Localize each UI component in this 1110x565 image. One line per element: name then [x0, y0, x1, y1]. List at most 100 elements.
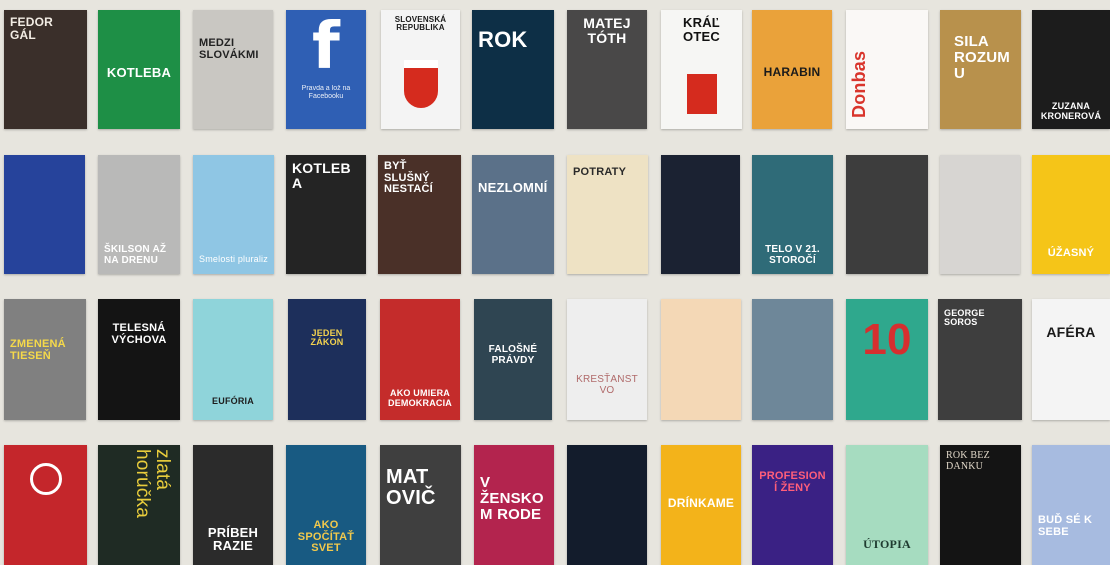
- book-cover-fedor-gal[interactable]: FEDOR GÁL: [4, 10, 87, 129]
- book-cover-kral-otec[interactable]: KRÁĽ OTEC: [661, 10, 742, 129]
- book-cover-blue-plain[interactable]: [4, 155, 85, 274]
- book-title: [661, 299, 741, 305]
- book-title: ÚTOPIA: [863, 537, 911, 552]
- book-title: MEDZI SLOVÁKMI: [199, 37, 259, 61]
- book-cover-smelosti[interactable]: Smelosti pluraliz: [193, 155, 274, 274]
- book-title: GEORGE SOROS: [944, 308, 985, 328]
- book-cover-red-cross[interactable]: [4, 445, 87, 565]
- book-title: ÚŽASNÝ: [1047, 247, 1095, 260]
- book-title: TELO V 21. STOROČÍ: [765, 244, 820, 266]
- book-cover-grey-red[interactable]: [940, 155, 1020, 274]
- book-cover-man-censored[interactable]: [752, 299, 833, 420]
- book-cover-afera[interactable]: AFÉRA: [1032, 299, 1110, 420]
- book-title: KRESŤANSTVO: [576, 374, 638, 396]
- book-title: zlatá horúčka: [132, 449, 173, 518]
- book-title: NEZLOMNÍ: [478, 180, 548, 195]
- book-cover-ako-umiera-demokracia[interactable]: AKO UMIERA DEMOKRACIA: [380, 299, 460, 420]
- book-cover-illustrated[interactable]: [661, 299, 741, 420]
- facebook-f-icon: f: [311, 10, 341, 84]
- book-title: Smelosti pluraliz: [199, 253, 268, 264]
- book-title: ŠKILSON AŽ NA DRENU: [104, 244, 167, 266]
- coat-of-arms-icon: [686, 74, 717, 114]
- book-title: MATOVIČ: [386, 466, 436, 509]
- book-title: ROK BEZ DANKU: [946, 450, 990, 472]
- book-cover-bud-se-k-sebe[interactable]: BUĎ SÉ K SEBE: [1032, 445, 1110, 565]
- book-cover-skilson[interactable]: ŠKILSON AŽ NA DRENU: [98, 155, 180, 274]
- book-cover-matovic[interactable]: MATOVIČ: [380, 445, 461, 565]
- book-title: ZMENENÁ TIESEŇ: [10, 338, 66, 362]
- book-cover-facebook[interactable]: f Pravda a lož na Facebooku: [286, 10, 366, 129]
- book-title: BYŤ SLUŠNÝ NESTAČÍ: [384, 160, 433, 196]
- book-cover-rok[interactable]: ROK: [472, 10, 554, 129]
- book-cover-zuzana-kronerova[interactable]: ZUZANA KRONEROVÁ: [1032, 10, 1110, 129]
- book-cover-medzi-slovakmi[interactable]: MEDZI SLOVÁKMI: [193, 10, 273, 129]
- book-cover-george-soros[interactable]: GEORGE SOROS: [938, 299, 1022, 420]
- book-title: ZUZANA KRONEROVÁ: [1040, 101, 1102, 121]
- book-title: SLOVENSKÁ REPUBLIKA: [394, 15, 447, 33]
- book-title: AKO UMIERA DEMOKRACIA: [388, 388, 452, 408]
- book-cover-matej-toth[interactable]: MATEJ TÓTH: [567, 10, 647, 129]
- book-title: POTRATY: [573, 166, 627, 178]
- book-cover-kotleba-dark[interactable]: KOTLEBA: [286, 155, 366, 274]
- book-title: HARABIN: [763, 65, 821, 79]
- book-title: FEDOR GÁL: [10, 15, 53, 42]
- book-cover-v-zenskom-rode[interactable]: V ŽENSKOM RODE: [474, 445, 554, 565]
- book-title: FALOŠNÉ PRÁVDY: [488, 344, 538, 366]
- book-title: MATEJ TÓTH: [583, 15, 631, 46]
- book-cover-ten[interactable]: 10: [846, 299, 928, 420]
- book-cover-portrait[interactable]: [846, 155, 928, 274]
- book-title: KOTLEBA: [292, 160, 351, 191]
- book-cover-dark-portrait[interactable]: [567, 445, 647, 565]
- book-title: [4, 445, 87, 451]
- book-title: PROFESIONÍ ŽENY: [759, 470, 826, 494]
- book-title: TELESNÁ VÝCHOVA: [111, 322, 167, 346]
- book-title: [846, 155, 928, 161]
- book-cover-potraty[interactable]: POTRATY: [567, 155, 648, 274]
- book-cover-kotleba[interactable]: KOTLEBA: [98, 10, 180, 129]
- book-title: AFÉRA: [1046, 324, 1096, 340]
- book-cover-profesionalne-zeny[interactable]: PROFESIONÍ ŽENY: [752, 445, 833, 565]
- book-title: [4, 155, 85, 161]
- book-title: KOTLEBA: [106, 64, 172, 80]
- book-title: ROK: [478, 27, 528, 52]
- book-cover-donbas[interactable]: Donbas: [846, 10, 928, 129]
- book-cover-telo[interactable]: TELO V 21. STOROČÍ: [752, 155, 833, 274]
- book-cover-jeden-zakon[interactable]: JEDEN ZÁKON: [288, 299, 366, 420]
- book-title: SILA ROZUMU: [954, 33, 1010, 82]
- book-cover-euforia[interactable]: EUFÓRIA: [193, 299, 273, 420]
- book-cover-uzasny[interactable]: ÚŽASNÝ: [1032, 155, 1110, 274]
- book-cover-pribeh-razie[interactable]: PRÍBEH RAZIE: [193, 445, 273, 565]
- book-title: [752, 299, 833, 305]
- book-title: KRÁĽ OTEC: [683, 15, 720, 44]
- book-title: Donbas: [849, 50, 869, 118]
- book-cover-krestanstvo[interactable]: KRESŤANSTVO: [567, 299, 647, 420]
- book-title: [661, 155, 740, 161]
- book-cover-utopia[interactable]: ÚTOPIA: [846, 445, 928, 565]
- book-subtitle: Pravda a lož na Facebooku: [301, 85, 351, 101]
- book-title: AKO SPOČÍTAŤ SVET: [297, 519, 355, 555]
- book-title: DRÍNKAME: [667, 496, 735, 510]
- book-title: JEDEN ZÁKON: [310, 328, 344, 348]
- book-cover-drinkame[interactable]: DRÍNKAME: [661, 445, 741, 565]
- book-cover-slovenska-republika[interactable]: SLOVENSKÁ REPUBLIKA: [381, 10, 460, 129]
- book-cover-sila-rozumu[interactable]: SILA ROZUMU: [940, 10, 1021, 129]
- book-cover-telesna-vychova[interactable]: TELESNÁ VÝCHOVA: [98, 299, 180, 420]
- book-cover-zlata-horucka[interactable]: zlatá horúčka: [98, 445, 180, 565]
- book-cover-dark-x[interactable]: [661, 155, 740, 274]
- book-cover-grid: FEDOR GÁL KOTLEBA MEDZI SLOVÁKMI f Pravd…: [0, 0, 1110, 565]
- book-title: EUFÓRIA: [212, 395, 254, 406]
- book-title: PRÍBEH RAZIE: [207, 524, 259, 554]
- book-title: BUĎ SÉ K SEBE: [1038, 514, 1093, 538]
- book-cover-nezlomni[interactable]: NEZLOMNÍ: [472, 155, 554, 274]
- book-title: [567, 445, 647, 451]
- cross-icon: [29, 463, 62, 495]
- book-cover-ako-spocitat-svet[interactable]: AKO SPOČÍTAŤ SVET: [286, 445, 366, 565]
- coat-of-arms-icon: [403, 60, 438, 108]
- book-cover-rok-bez-danku[interactable]: ROK BEZ DANKU: [940, 445, 1021, 565]
- book-cover-harabin[interactable]: HARABIN: [752, 10, 832, 129]
- book-cover-byt-slusny[interactable]: BYŤ SLUŠNÝ NESTAČÍ: [378, 155, 461, 274]
- book-title: 10: [862, 315, 912, 364]
- book-cover-falosne-pravdy[interactable]: FALOŠNÉ PRÁVDY: [474, 299, 552, 420]
- book-cover-zmenena-tiesen[interactable]: ZMENENÁ TIESEŇ: [4, 299, 86, 420]
- book-title: [940, 155, 1020, 161]
